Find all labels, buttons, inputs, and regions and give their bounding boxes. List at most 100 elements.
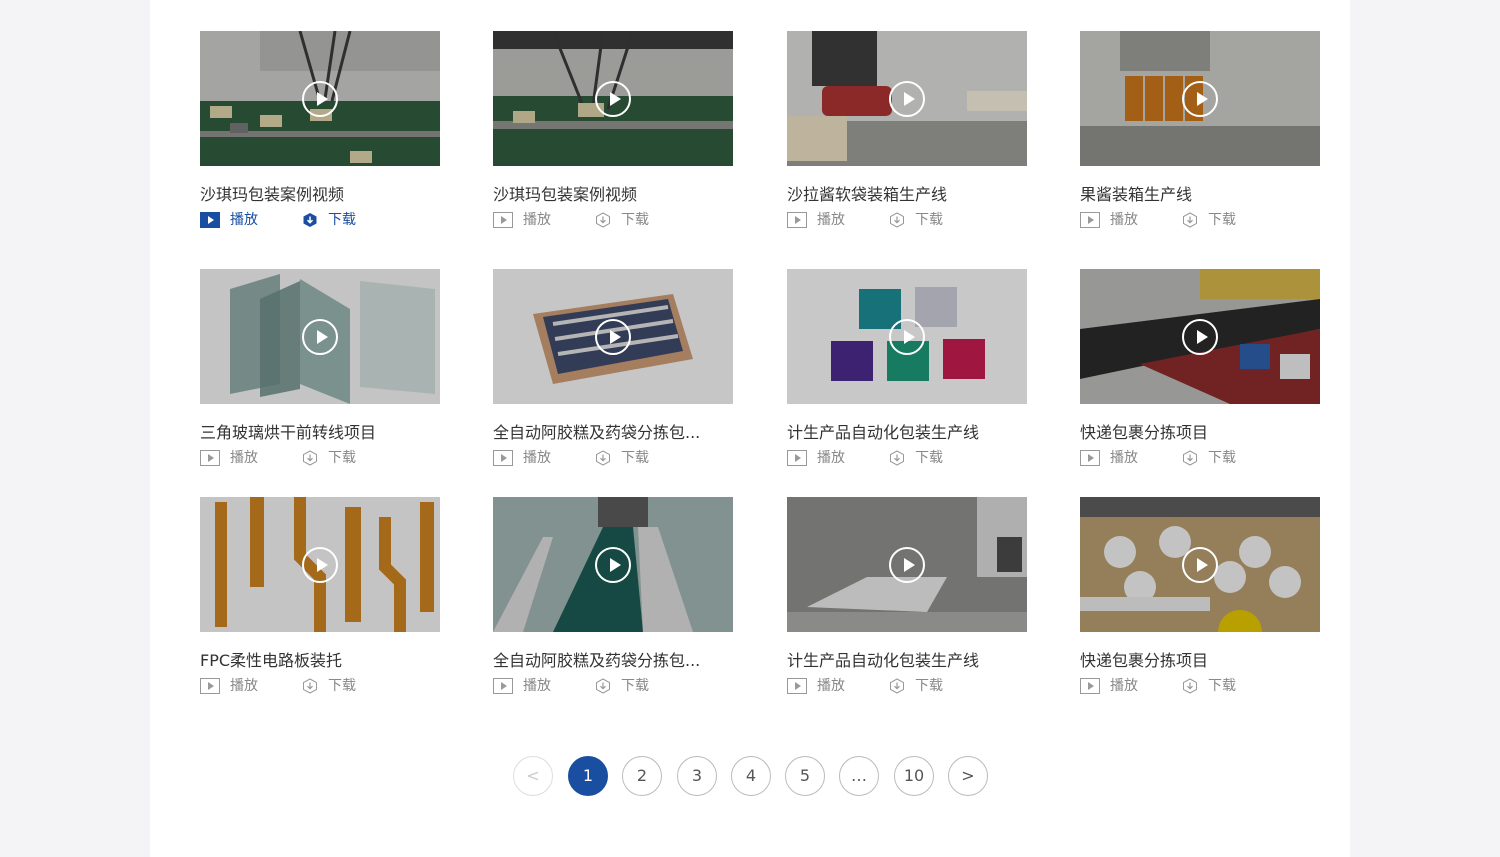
page-2-button[interactable]: 2 <box>622 756 662 796</box>
video-title[interactable]: 计生产品自动化包装生产线 <box>787 424 1027 442</box>
download-button[interactable]: 下载 <box>889 212 943 228</box>
video-card: 全自动阿胶糕及药袋分拣包... 播放 下载 <box>493 497 733 694</box>
download-button[interactable]: 下载 <box>595 212 649 228</box>
play-overlay-icon[interactable] <box>595 546 631 583</box>
play-label: 播放 <box>817 678 845 694</box>
download-icon <box>890 450 904 466</box>
video-thumbnail[interactable] <box>1080 497 1320 632</box>
video-title[interactable]: 沙琪玛包装案例视频 <box>493 186 733 204</box>
page-4-button[interactable]: 4 <box>731 756 771 796</box>
play-label: 播放 <box>230 450 258 466</box>
download-icon <box>596 212 610 228</box>
play-button[interactable]: 播放 <box>493 450 551 466</box>
play-overlay-icon[interactable] <box>595 80 631 117</box>
download-button[interactable]: 下载 <box>595 450 649 466</box>
download-label: 下载 <box>1208 678 1236 694</box>
play-overlay-icon[interactable] <box>889 318 925 355</box>
video-thumbnail[interactable] <box>787 31 1027 166</box>
play-button[interactable]: 播放 <box>200 678 258 694</box>
play-button[interactable]: 播放 <box>493 212 551 228</box>
download-button[interactable]: 下载 <box>302 212 356 228</box>
download-icon <box>303 678 317 694</box>
download-label: 下载 <box>621 678 649 694</box>
play-overlay-icon[interactable] <box>595 318 631 355</box>
video-thumbnail[interactable] <box>200 31 440 166</box>
video-title[interactable]: 三角玻璃烘干前转线项目 <box>200 424 440 442</box>
page-ellipsis-button[interactable]: … <box>839 756 879 796</box>
video-title[interactable]: 果酱装箱生产线 <box>1080 186 1320 204</box>
video-title[interactable]: FPC柔性电路板装托 <box>200 652 440 670</box>
video-thumbnail[interactable] <box>493 497 733 632</box>
download-icon <box>596 678 610 694</box>
download-icon <box>1183 450 1197 466</box>
play-button[interactable]: 播放 <box>1080 678 1138 694</box>
video-card: 全自动阿胶糕及药袋分拣包... 播放 下载 <box>493 269 733 466</box>
video-thumbnail[interactable] <box>787 269 1027 404</box>
download-icon <box>303 213 317 227</box>
play-button[interactable]: 播放 <box>787 212 845 228</box>
page-10-button[interactable]: 10 <box>894 756 934 796</box>
play-icon <box>787 678 807 694</box>
video-title[interactable]: 沙琪玛包装案例视频 <box>200 186 440 204</box>
play-button[interactable]: 播放 <box>1080 450 1138 466</box>
play-button[interactable]: 播放 <box>1080 212 1138 228</box>
video-thumbnail[interactable] <box>200 269 440 404</box>
video-card: 快递包裹分拣项目 播放 下载 <box>1080 497 1320 694</box>
play-overlay-icon[interactable] <box>889 80 925 117</box>
download-button[interactable]: 下载 <box>302 678 356 694</box>
video-thumbnail[interactable] <box>787 497 1027 632</box>
download-button[interactable]: 下载 <box>889 450 943 466</box>
download-button[interactable]: 下载 <box>1182 678 1236 694</box>
video-title[interactable]: 全自动阿胶糕及药袋分拣包... <box>493 652 733 670</box>
download-button[interactable]: 下载 <box>302 450 356 466</box>
download-button[interactable]: 下载 <box>1182 212 1236 228</box>
download-icon <box>890 678 904 694</box>
download-icon <box>1183 212 1197 228</box>
play-overlay-icon[interactable] <box>302 546 338 583</box>
download-label: 下载 <box>915 678 943 694</box>
play-label: 播放 <box>230 678 258 694</box>
page-3-button[interactable]: 3 <box>677 756 717 796</box>
page-1-button[interactable]: 1 <box>568 756 608 796</box>
play-icon <box>200 450 220 466</box>
download-button[interactable]: 下载 <box>595 678 649 694</box>
play-button[interactable]: 播放 <box>200 212 258 228</box>
page-5-button[interactable]: 5 <box>785 756 825 796</box>
video-title[interactable]: 计生产品自动化包装生产线 <box>787 652 1027 670</box>
download-button[interactable]: 下载 <box>1182 450 1236 466</box>
video-thumbnail[interactable] <box>1080 31 1320 166</box>
play-overlay-icon[interactable] <box>1182 546 1218 583</box>
play-label: 播放 <box>523 212 551 228</box>
download-icon <box>596 450 610 466</box>
video-thumbnail[interactable] <box>200 497 440 632</box>
play-overlay-icon[interactable] <box>1182 318 1218 355</box>
play-button[interactable]: 播放 <box>200 450 258 466</box>
play-label: 播放 <box>1110 212 1138 228</box>
video-title[interactable]: 沙拉酱软袋装箱生产线 <box>787 186 1027 204</box>
video-thumbnail[interactable] <box>1080 269 1320 404</box>
play-button[interactable]: 播放 <box>787 678 845 694</box>
play-label: 播放 <box>523 678 551 694</box>
play-icon <box>493 450 513 466</box>
video-title[interactable]: 快递包裹分拣项目 <box>1080 424 1320 442</box>
play-button[interactable]: 播放 <box>787 450 845 466</box>
play-icon <box>787 450 807 466</box>
play-overlay-icon[interactable] <box>1182 80 1218 117</box>
play-icon <box>1080 678 1100 694</box>
play-label: 播放 <box>817 212 845 228</box>
play-icon <box>1080 450 1100 466</box>
video-card: 快递包裹分拣项目 播放 下载 <box>1080 269 1320 466</box>
play-overlay-icon[interactable] <box>302 318 338 355</box>
play-overlay-icon[interactable] <box>889 546 925 583</box>
play-label: 播放 <box>1110 678 1138 694</box>
video-title[interactable]: 全自动阿胶糕及药袋分拣包... <box>493 424 733 442</box>
prev-page-button[interactable]: < <box>513 756 553 796</box>
play-button[interactable]: 播放 <box>493 678 551 694</box>
video-thumbnail[interactable] <box>493 269 733 404</box>
video-title[interactable]: 快递包裹分拣项目 <box>1080 652 1320 670</box>
video-thumbnail[interactable] <box>493 31 733 166</box>
next-page-button[interactable]: > <box>948 756 988 796</box>
download-label: 下载 <box>328 450 356 466</box>
play-overlay-icon[interactable] <box>302 80 338 117</box>
download-button[interactable]: 下载 <box>889 678 943 694</box>
